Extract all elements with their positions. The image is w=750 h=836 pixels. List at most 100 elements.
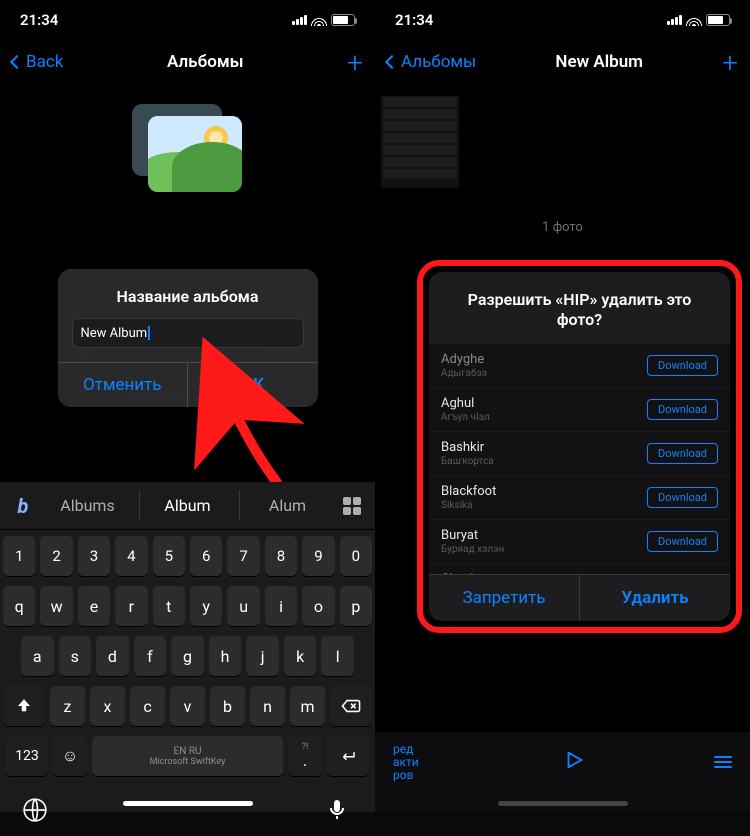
add-button[interactable]: + bbox=[347, 46, 363, 79]
annotation-arrow bbox=[208, 384, 298, 498]
key-l[interactable]: l bbox=[321, 636, 354, 676]
key-b[interactable]: b bbox=[210, 686, 245, 726]
key-i[interactable]: i bbox=[265, 586, 297, 626]
menu-button[interactable] bbox=[714, 756, 732, 768]
download-button[interactable]: Download bbox=[647, 443, 718, 464]
key-a[interactable]: a bbox=[21, 636, 54, 676]
status-right: 73 bbox=[667, 14, 730, 26]
key-e[interactable]: e bbox=[78, 586, 110, 626]
status-time: 21:34 bbox=[395, 11, 433, 29]
language-name: Blackfoot bbox=[441, 484, 496, 499]
emoji-key[interactable]: ☺ bbox=[53, 736, 87, 776]
language-native: Буряад хэлэн bbox=[441, 544, 504, 555]
language-name: Aghul bbox=[441, 396, 490, 411]
key-u[interactable]: u bbox=[227, 586, 259, 626]
download-button[interactable]: Download bbox=[647, 355, 718, 376]
language-native: Башҡортса bbox=[441, 456, 494, 467]
download-button[interactable]: Download bbox=[647, 399, 718, 420]
battery-icon: 73 bbox=[331, 14, 355, 26]
suggestion-0[interactable]: Albums bbox=[40, 490, 135, 521]
keyboard-grid-icon[interactable] bbox=[335, 497, 369, 515]
edit-button[interactable]: ред акти ров bbox=[393, 743, 433, 782]
dialog-title: Разрешить «HIP» удалить это фото? bbox=[429, 272, 730, 344]
bottom-toolbar: ред акти ров bbox=[375, 732, 750, 812]
key-9[interactable]: 9 bbox=[302, 536, 334, 576]
space-key[interactable]: EN RU Microsoft SwiftKey bbox=[92, 736, 283, 776]
dialog-title: Название альбома bbox=[58, 269, 318, 318]
key-4[interactable]: 4 bbox=[115, 536, 147, 576]
back-button[interactable]: Back bbox=[12, 52, 63, 72]
key-j[interactable]: j bbox=[246, 636, 279, 676]
dictation-key[interactable] bbox=[325, 797, 353, 825]
page-title: Альбомы bbox=[167, 52, 244, 72]
language-name: Buryat bbox=[441, 528, 504, 543]
album-illustration bbox=[128, 104, 248, 204]
bing-icon[interactable]: b bbox=[6, 494, 40, 518]
suggestion-bar: b Albums Album Alum bbox=[0, 482, 375, 530]
key-1[interactable]: 1 bbox=[3, 536, 35, 576]
dialog-body: AdygheАдыгабзэDownload AghulАгъул чӏал Dow… bbox=[429, 344, 730, 574]
album-name-input[interactable]: New Album bbox=[72, 318, 304, 348]
deny-button[interactable]: Запретить bbox=[429, 575, 579, 621]
key-k[interactable]: k bbox=[284, 636, 317, 676]
key-x[interactable]: x bbox=[90, 686, 125, 726]
annotation-highlight: Разрешить «HIP» удалить это фото? Adyghe… bbox=[417, 260, 742, 633]
key-c[interactable]: c bbox=[130, 686, 165, 726]
key-n[interactable]: n bbox=[250, 686, 285, 726]
key-6[interactable]: 6 bbox=[190, 536, 222, 576]
status-bar: 21:34 73 bbox=[0, 0, 375, 40]
back-button[interactable]: Альбомы bbox=[387, 52, 476, 72]
home-indicator[interactable] bbox=[498, 801, 628, 806]
suggestion-1[interactable]: Album bbox=[139, 490, 235, 521]
play-button[interactable] bbox=[563, 749, 585, 775]
chevron-left-icon bbox=[10, 55, 24, 69]
delete-button[interactable]: Удалить bbox=[579, 575, 730, 621]
key-p[interactable]: p bbox=[340, 586, 372, 626]
screen-albums: 21:34 73 Back Альбомы + Созд ___________… bbox=[0, 0, 375, 812]
language-native: Агъул чӏал bbox=[441, 412, 490, 423]
key-h[interactable]: h bbox=[209, 636, 242, 676]
key-0[interactable]: 0 bbox=[340, 536, 372, 576]
status-right: 73 bbox=[292, 14, 355, 26]
delete-permission-dialog: Разрешить «HIP» удалить это фото? Adyghe… bbox=[429, 272, 730, 621]
download-button[interactable]: Download bbox=[647, 531, 718, 552]
suggestion-2[interactable]: Alum bbox=[239, 490, 335, 521]
key-z[interactable]: z bbox=[50, 686, 85, 726]
key-3[interactable]: 3 bbox=[78, 536, 110, 576]
key-o[interactable]: o bbox=[302, 586, 334, 626]
period-key[interactable]: ?!. bbox=[288, 736, 322, 776]
key-s[interactable]: s bbox=[59, 636, 92, 676]
key-f[interactable]: f bbox=[134, 636, 167, 676]
key-w[interactable]: w bbox=[40, 586, 72, 626]
photo-thumbnail[interactable] bbox=[381, 88, 459, 188]
key-g[interactable]: g bbox=[171, 636, 204, 676]
key-8[interactable]: 8 bbox=[265, 536, 297, 576]
key-m[interactable]: m bbox=[290, 686, 325, 726]
photo-count-label: 1 фото bbox=[542, 220, 583, 235]
key-v[interactable]: v bbox=[170, 686, 205, 726]
language-row: BashkirБашҡортсаDownload bbox=[429, 432, 730, 476]
cancel-button[interactable]: Отменить bbox=[58, 363, 188, 407]
key-7[interactable]: 7 bbox=[227, 536, 259, 576]
return-key[interactable] bbox=[327, 736, 369, 776]
key-y[interactable]: y bbox=[190, 586, 222, 626]
content-area: Созд ____________________________ их фот… bbox=[0, 84, 375, 812]
key-2[interactable]: 2 bbox=[40, 536, 72, 576]
page-title: New Album bbox=[555, 52, 643, 72]
shift-key[interactable] bbox=[3, 686, 45, 726]
backspace-key[interactable] bbox=[330, 686, 372, 726]
key-q[interactable]: q bbox=[3, 586, 35, 626]
language-row: AdygheАдыгабзэDownload bbox=[429, 344, 730, 388]
key-r[interactable]: r bbox=[115, 586, 147, 626]
add-button[interactable]: + bbox=[722, 46, 738, 79]
key-t[interactable]: t bbox=[153, 586, 185, 626]
cellular-icon bbox=[292, 15, 307, 25]
keyboard: b Albums Album Alum 1234567890 qwertyuio… bbox=[0, 482, 375, 812]
globe-key[interactable] bbox=[22, 797, 50, 825]
key-d[interactable]: d bbox=[96, 636, 129, 676]
cellular-icon bbox=[667, 15, 682, 25]
key-5[interactable]: 5 bbox=[153, 536, 185, 576]
download-button[interactable]: Download bbox=[647, 487, 718, 508]
home-indicator[interactable] bbox=[123, 801, 253, 806]
numeric-key[interactable]: 123 bbox=[6, 736, 48, 776]
